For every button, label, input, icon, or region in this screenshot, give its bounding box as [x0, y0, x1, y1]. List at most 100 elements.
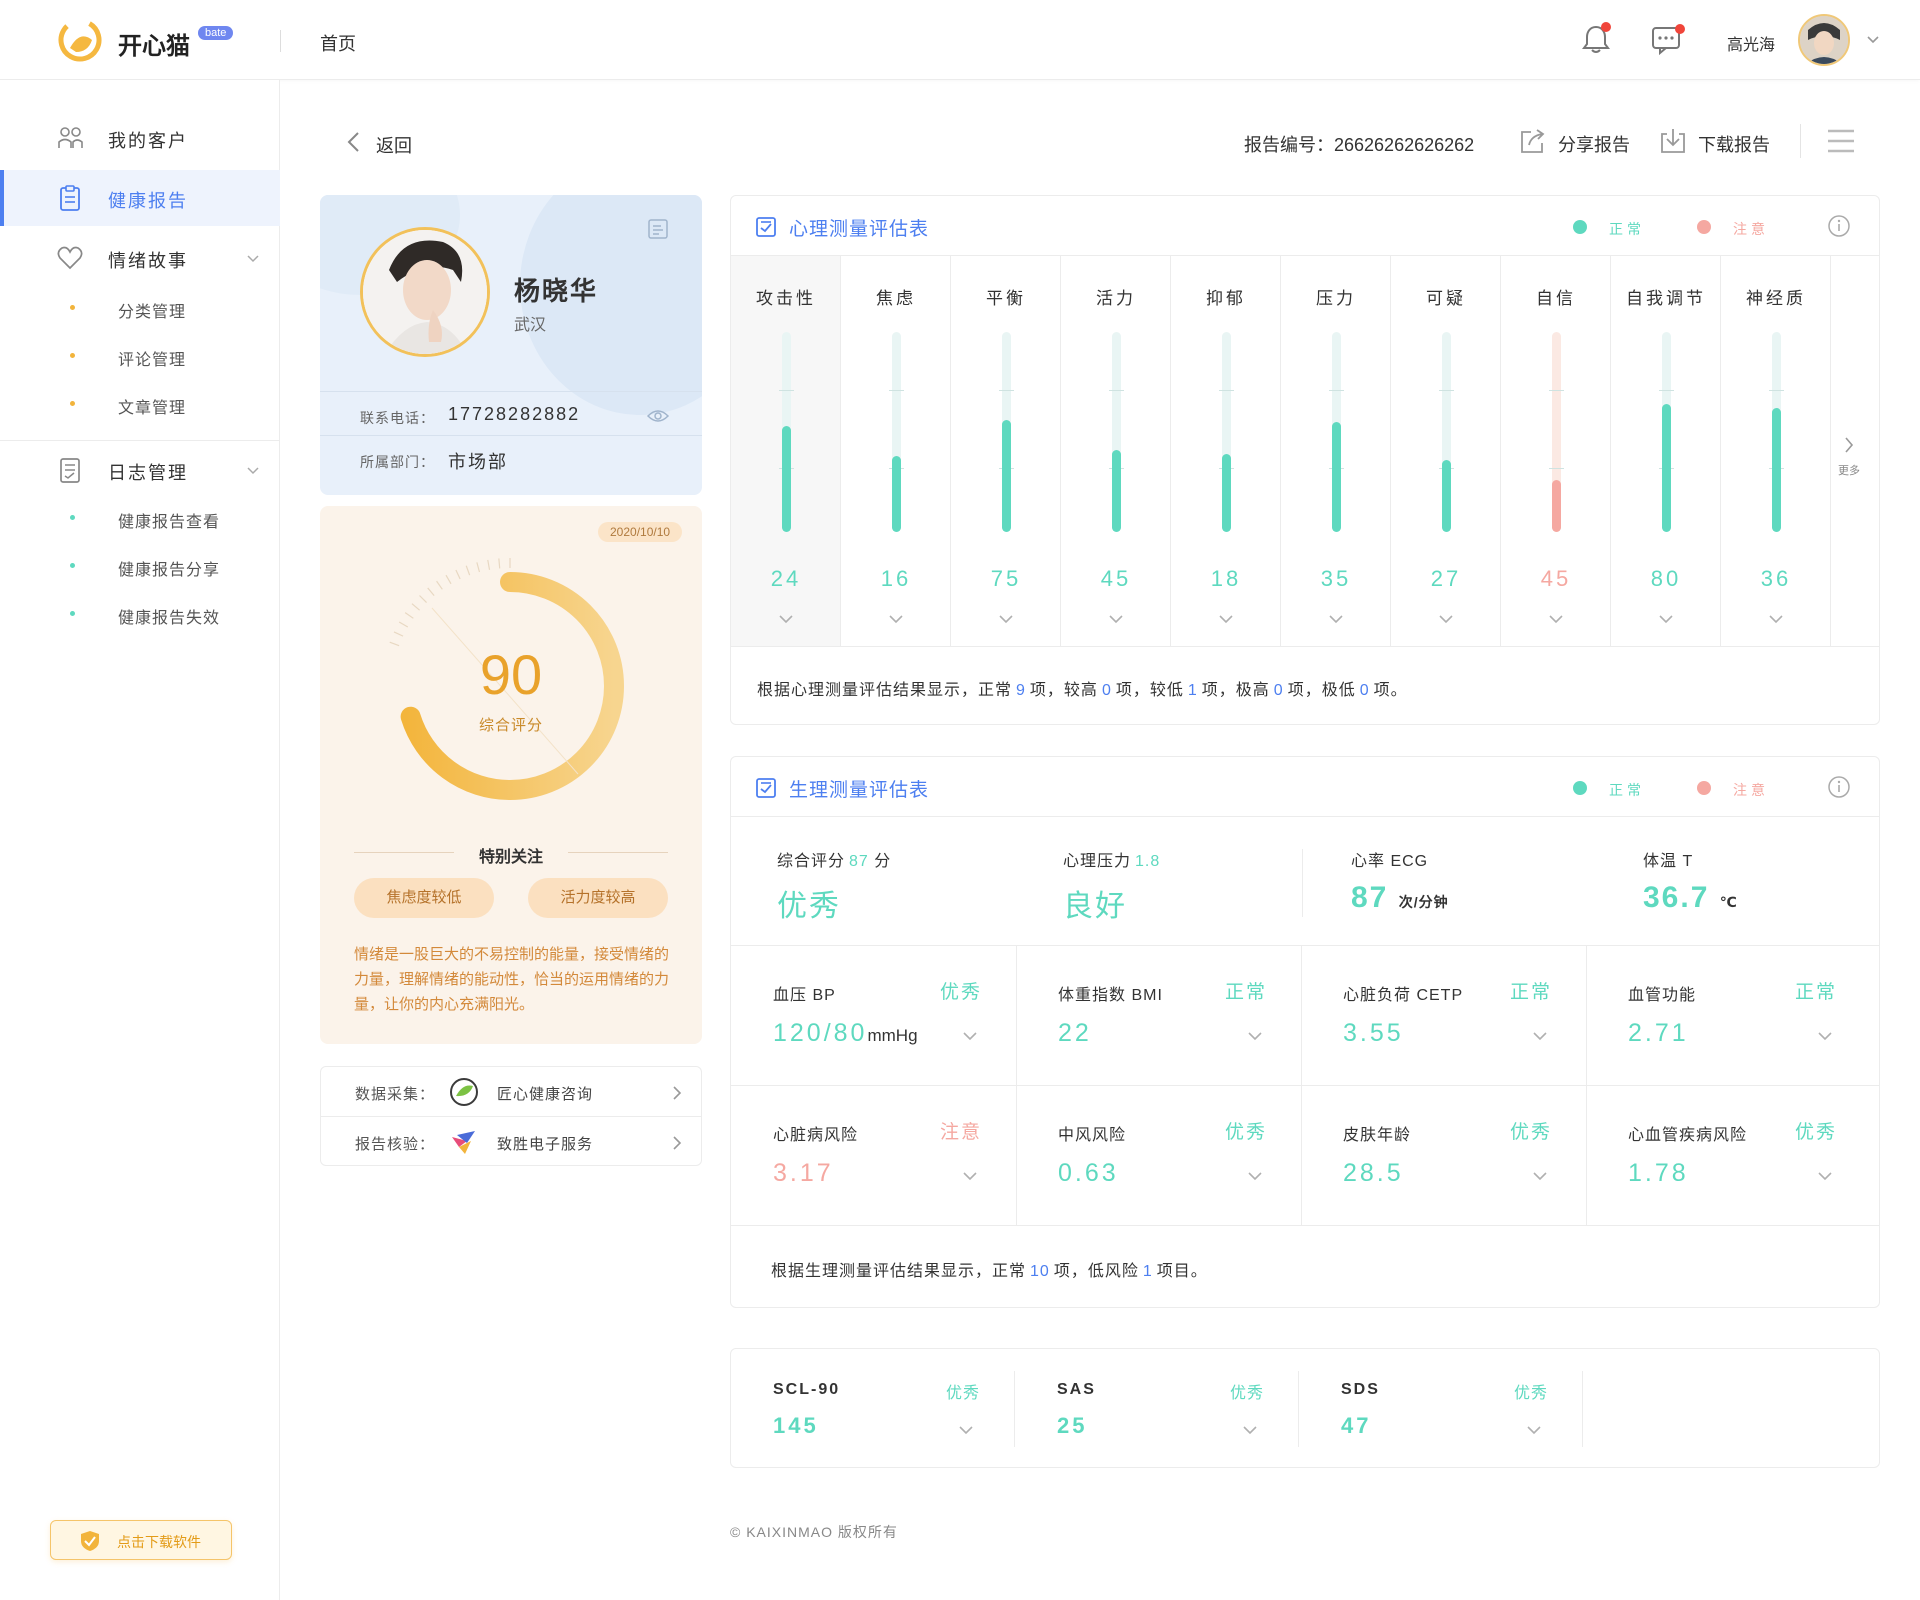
user-name[interactable]: 高光海 — [1727, 31, 1775, 55]
psych-metric-column[interactable]: 压力 35 — [1281, 256, 1391, 646]
chevron-down-icon[interactable] — [1548, 614, 1564, 624]
physio-metric-cell[interactable]: 心脏病风险 注意 3.17 — [731, 1085, 1016, 1225]
download-software-label: 点击下载软件 — [117, 1534, 201, 1550]
chevron-down-icon[interactable] — [1218, 614, 1234, 624]
scale-name: SDS — [1341, 1381, 1380, 1398]
scale-item[interactable]: SCL-90 优秀 145 — [731, 1349, 1014, 1467]
message-button[interactable] — [1650, 22, 1685, 56]
physio-metric-cell[interactable]: 体重指数 BMI 正常 22 — [1016, 945, 1301, 1085]
legend-label: 正常 — [1609, 221, 1645, 237]
physio-metric-cell[interactable]: 心血管疾病风险 优秀 1.78 — [1586, 1085, 1871, 1225]
physio-metric-cell[interactable]: 中风风险 优秀 0.63 — [1016, 1085, 1301, 1225]
client-name: 杨晓华 — [514, 276, 599, 306]
sidebar-item-customers[interactable]: 我的客户 — [0, 110, 280, 166]
chevron-down-icon[interactable] — [1438, 614, 1454, 624]
physio-metric-cell[interactable]: 皮肤年龄 优秀 28.5 — [1301, 1085, 1586, 1225]
phone-row: 联系电话： 17728282882 — [320, 391, 702, 439]
scale-item[interactable]: SDS 优秀 47 — [1299, 1349, 1582, 1467]
user-menu-chevron-icon[interactable] — [1866, 32, 1880, 46]
data-collection-row[interactable]: 数据采集： 匠心健康咨询 — [321, 1067, 701, 1117]
eye-icon[interactable] — [646, 406, 670, 426]
info-icon[interactable] — [1827, 775, 1851, 799]
metric-value: 0.63 — [1058, 1159, 1119, 1187]
psych-metric-column[interactable]: 自我调节 80 — [1611, 256, 1721, 646]
chevron-down-icon[interactable] — [998, 614, 1014, 624]
psych-metric-column[interactable]: 平衡 75 — [951, 256, 1061, 646]
notification-dot — [1601, 22, 1611, 32]
sidebar-item-emotion-stories[interactable]: 情绪故事 — [0, 230, 280, 286]
chevron-down-icon[interactable] — [1108, 614, 1124, 624]
gauge-tick — [411, 603, 420, 611]
scale-status: 优秀 — [945, 1385, 980, 1402]
metric-value-wrap: 3.55 — [1343, 1019, 1404, 1048]
physio-metric-cell[interactable]: 血压 BP 优秀 120/80mmHg — [731, 945, 1016, 1085]
physio-metric-cell[interactable]: 心脏负荷 CETP 正常 3.55 — [1301, 945, 1586, 1085]
subitem-label: 评论管理 — [118, 352, 187, 369]
chevron-down-icon[interactable] — [1532, 1031, 1548, 1041]
sidebar-item-health-report[interactable]: 健康报告 — [0, 170, 280, 226]
chevron-down-icon[interactable] — [962, 1171, 978, 1181]
info-icon[interactable] — [1827, 214, 1851, 238]
summary-text: 项，低风险 — [1053, 1263, 1139, 1280]
logo-icon[interactable] — [58, 18, 102, 62]
sidebar-subitem-report-view[interactable]: 健康报告查看 — [0, 500, 280, 536]
gauge-tick — [398, 621, 409, 628]
metric-bar-fill — [1332, 422, 1341, 532]
metric-value-wrap: 3.17 — [773, 1159, 834, 1188]
psych-metric-column[interactable]: 神经质 36 — [1721, 256, 1831, 646]
summary-count: 9 — [1016, 682, 1026, 699]
psych-metric-column[interactable]: 可疑 27 — [1391, 256, 1501, 646]
sidebar-item-log-management[interactable]: 日志管理 — [0, 442, 280, 498]
note-icon[interactable] — [646, 217, 670, 241]
metric-name: 血压 BP — [773, 987, 836, 1004]
bullet-dot — [70, 563, 75, 568]
chevron-down-icon[interactable] — [1532, 1171, 1548, 1181]
chevron-down-icon[interactable] — [888, 614, 904, 624]
chevron-down-icon[interactable] — [962, 1031, 978, 1041]
chevron-down-icon[interactable] — [1247, 1171, 1263, 1181]
download-software-button[interactable]: 点击下载软件 — [50, 1520, 232, 1560]
top-header: 开心猫 bate 首页 高光海 — [0, 0, 1920, 80]
chevron-down-icon[interactable] — [1526, 1425, 1542, 1435]
menu-icon[interactable] — [1826, 128, 1856, 154]
user-avatar[interactable] — [1798, 14, 1850, 66]
more-button[interactable]: 更多 — [1829, 436, 1869, 477]
stat-suffix: 分 — [874, 853, 892, 870]
chevron-down-icon[interactable] — [1247, 1031, 1263, 1041]
physio-metric-cell[interactable]: 血管功能 正常 2.71 — [1586, 945, 1871, 1085]
chevron-down-icon[interactable] — [1817, 1171, 1833, 1181]
leaf-logo-icon — [450, 1078, 478, 1106]
psych-metric-column[interactable]: 攻击性 24 — [731, 256, 841, 646]
sidebar-subitem-report-share[interactable]: 健康报告分享 — [0, 548, 280, 584]
psych-metric-column[interactable]: 焦虑 16 — [841, 256, 951, 646]
stat-value: 87 次/分钟 — [1351, 881, 1449, 915]
sidebar-subitem-articles[interactable]: 文章管理 — [0, 386, 280, 422]
subitem-label: 健康报告查看 — [118, 514, 221, 531]
breadcrumb-home[interactable]: 首页 — [320, 30, 356, 56]
chevron-down-icon[interactable] — [958, 1425, 974, 1435]
gauge-tick — [436, 580, 443, 590]
sidebar-subitem-report-expired[interactable]: 健康报告失效 — [0, 596, 280, 632]
stat-label-text: 心率 ECG — [1351, 853, 1429, 870]
summary-text: 项，较高 — [1029, 682, 1098, 699]
report-verification-row[interactable]: 报告核验： 致胜电子服务 — [321, 1117, 701, 1167]
scale-item[interactable]: SAS 优秀 25 — [1015, 1349, 1298, 1467]
chevron-right-icon — [673, 1136, 682, 1150]
psych-metric-column[interactable]: 抑郁 18 — [1171, 256, 1281, 646]
sidebar-subitem-comments[interactable]: 评论管理 — [0, 338, 280, 374]
psych-metric-column[interactable]: 自信 45 — [1501, 256, 1611, 646]
sidebar-subitem-category[interactable]: 分类管理 — [0, 290, 280, 326]
psych-metric-column[interactable]: 活力 45 — [1061, 256, 1171, 646]
notification-button[interactable] — [1580, 22, 1612, 56]
chevron-down-icon[interactable] — [1242, 1425, 1258, 1435]
legend-label: 正常 — [1609, 782, 1645, 798]
stat-label-text: 体温 T — [1643, 853, 1694, 870]
chevron-down-icon[interactable] — [1328, 614, 1344, 624]
source-label: 报告核验： — [355, 1136, 436, 1153]
chevron-down-icon[interactable] — [778, 614, 794, 624]
metric-track — [1219, 332, 1234, 532]
chevron-down-icon[interactable] — [1768, 614, 1784, 624]
chevron-down-icon[interactable] — [1658, 614, 1674, 624]
chevron-down-icon[interactable] — [1817, 1031, 1833, 1041]
metric-track — [1659, 332, 1674, 532]
